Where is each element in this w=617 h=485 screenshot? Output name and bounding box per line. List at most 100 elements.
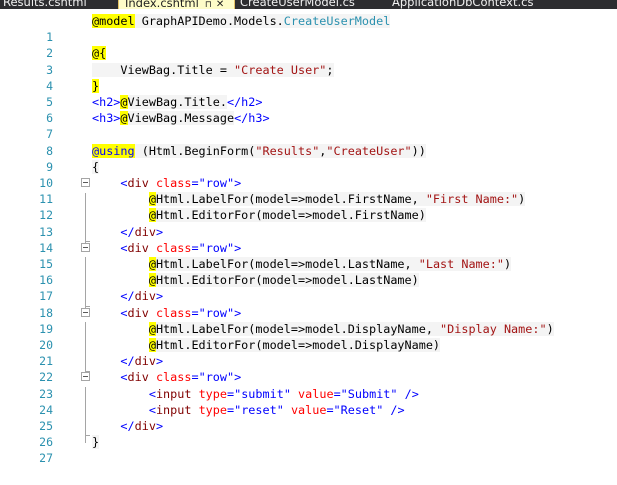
tab-index-cshtml[interactable]: Index.cshtml ⊓ ✕ [118,0,235,9]
document-tab-strip: Results.cshtml Index.cshtml ⊓ ✕ CreateUser… [0,0,617,9]
html-tag: =" [333,386,348,401]
code-line[interactable]: 7 <h3>@ViewBag.Message</h3> [0,110,617,141]
type-name: CreateUserModel [283,14,391,28]
razor-block-close: } [92,78,100,93]
code-text: Html.EditorFor(model=>model.DisplayName) [155,338,441,352]
code-editor[interactable]: 1 @model GraphAPIDemo.Models.CreateUserM… [0,9,617,485]
html-element: div [127,176,149,190]
html-tag: "> [227,176,242,190]
collapse-icon[interactable] [81,372,90,382]
html-tag: < [120,240,128,255]
html-tag: > [155,289,164,304]
tab-results-cshtml[interactable]: Results.cshtml [3,0,117,9]
code-line[interactable]: 13 @Html.EditorFor(model=>model.FirstNam… [0,207,617,239]
close-icon[interactable]: ✕ [216,0,224,9]
html-tag: </ [120,354,135,369]
html-tag: </h3> [234,111,270,126]
razor-at: @ [148,321,156,336]
code-line[interactable]: 3 @{ [0,45,617,77]
code-line[interactable]: 24 <input type="submit" value="Submit" /… [0,386,617,417]
razor-at: @ [120,95,128,109]
code-line[interactable]: 17 @Html.EditorFor(model=>model.LastName… [0,272,617,303]
code-text: (Html.BeginForm( [134,143,256,158]
html-tag: </h2> [226,95,263,109]
razor-directive: @model [92,14,135,28]
html-tag: "> [227,305,242,320]
attribute-value: row [205,240,227,255]
html-attribute: class [155,176,192,190]
code-line[interactable]: 5 } [0,78,617,109]
html-tag: < [120,176,128,190]
attribute-value: row [205,370,227,385]
html-tag: " /> [376,402,405,417]
code-line[interactable]: 16 @Html.LabelFor(model=>model.LastName,… [0,256,617,287]
attribute-value: reset [241,402,277,417]
pin-icon[interactable]: ⊓ [205,0,212,9]
html-tag: </ [120,224,135,239]
html-element: div [134,224,156,239]
html-tag: < [148,386,156,401]
html-tag: =" [226,386,242,401]
code-line[interactable]: 18 </div> [0,288,617,319]
collapse-icon[interactable] [81,178,90,187]
string-literal: "CreateUser" [326,143,412,158]
code-line[interactable]: 23 <div class="row"> [0,369,617,400]
code-line[interactable]: 10 { [0,159,617,190]
html-element: div [127,240,149,255]
string-literal: "Last Name:" [418,257,504,271]
string-literal: "Create User" [234,62,327,77]
razor-at: @ [148,257,156,271]
tab-createusermodel-cs[interactable]: CreateUserModel.cs [240,0,370,9]
html-tag: > [155,224,164,239]
html-tag: "> [227,370,242,385]
code-line[interactable]: 1 @model GraphAPIDemo.Models.CreateUserM… [0,13,617,44]
string-literal: "First Name:" [425,192,519,207]
collapse-icon[interactable] [81,307,90,317]
tab-label: Index.cshtml [125,0,199,9]
html-tag: </ [120,419,135,433]
code-line[interactable]: 9 @using (Html.BeginForm("Results","Crea… [0,143,617,174]
code-line[interactable]: 22 </div> [0,353,617,384]
html-tag: =" [191,305,206,320]
razor-at: @ [148,338,156,352]
code-line[interactable]: 26 </div> [0,418,617,449]
razor-at: @ [148,273,156,288]
html-tag: " [276,402,291,417]
html-element: input [155,386,192,401]
code-line[interactable]: 11 <div class="row"> [0,175,617,206]
code-line[interactable]: 4 ViewBag.Title = "Create User"; [0,62,617,93]
attribute-value: submit [241,386,284,401]
string-literal: "Results" [255,143,320,158]
code-text: )) [411,143,426,158]
tab-applicationdbcontext-cs[interactable]: ApplicationDbContext.cs [392,0,617,9]
razor-block-open: @{ [92,46,107,61]
html-tag: " /> [390,386,419,401]
code-line[interactable]: 12 @Html.LabelFor(model=>model.FirstName… [0,191,617,222]
code-line[interactable]: 25 <input type="reset" value="Reset" /> [0,402,617,433]
code-line[interactable]: 8 [0,126,617,158]
code-line[interactable]: 27 } [0,434,617,465]
code-text: Html.LabelFor(model=>model.LastName, [155,257,419,271]
html-tag: <h3> [92,111,121,126]
code-line[interactable]: 21 @Html.EditorFor(model=>model.DisplayN… [0,337,617,368]
code-line[interactable]: 15 <div class="row"> [0,240,617,271]
code-text: ) [546,321,554,336]
code-line[interactable]: 6 <h2>@ViewBag.Title.</h2> [0,94,617,125]
html-element: div [134,419,156,433]
code-line[interactable]: 14 </div> [0,224,617,255]
code-text: { [92,159,100,174]
code-line[interactable]: 2 [0,29,617,60]
code-line[interactable]: 20 @Html.LabelFor(model=>model.DisplayNa… [0,321,617,352]
collapse-icon[interactable] [81,242,90,252]
code-text: Html.EditorFor(model=>model.LastName) [155,273,419,288]
html-attribute: value [298,386,334,401]
code-text: Html.LabelFor(model=>model.DisplayName, [155,321,441,336]
code-line[interactable]: 19 <div class="row"> [0,305,617,336]
code-text: GraphAPIDemo.Models. [134,14,284,28]
html-attribute: type [198,402,227,417]
